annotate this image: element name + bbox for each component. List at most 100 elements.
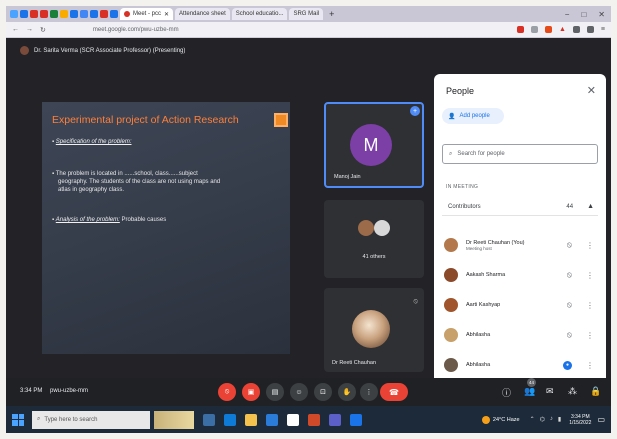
mic-off-icon[interactable]: ⦸ (567, 240, 572, 250)
more-options-icon[interactable]: ⋮ (586, 241, 594, 250)
store-icon[interactable] (266, 413, 278, 426)
spec-heading: Specification of the problem: (55, 139, 132, 145)
activities-icon[interactable]: ⁂ (568, 386, 577, 397)
speaking-icon[interactable]: ● (563, 360, 572, 370)
participant-name: Manoj Jain (334, 174, 361, 180)
profile-icon[interactable] (586, 26, 594, 33)
task-view-icon[interactable] (203, 413, 215, 426)
phone-hangup-icon: ☎ (389, 387, 399, 397)
back-icon[interactable]: ← (12, 26, 19, 33)
file-explorer-icon[interactable] (245, 413, 257, 426)
chrome-icon[interactable] (287, 413, 299, 426)
volume-icon[interactable]: ♪ (550, 416, 553, 423)
raise-hand-button[interactable]: ✋ (338, 383, 356, 401)
present-button[interactable]: ⊡ (314, 383, 332, 401)
maximize-button[interactable]: □ (581, 10, 586, 19)
more-options-icon[interactable]: ⋮ (586, 301, 594, 310)
word-icon[interactable] (350, 413, 362, 426)
slide-bullet: ▪ The problem is located in ......school… (52, 171, 198, 177)
camera-in-use-icon[interactable] (516, 26, 524, 33)
pinned-tab-icon[interactable] (70, 10, 78, 18)
person-name: Aakash Sharma (466, 272, 506, 278)
chat-icon[interactable]: ✉ (546, 386, 554, 397)
analysis-body: Probable causes (121, 217, 167, 223)
pinned-tab-icon[interactable] (60, 10, 68, 18)
new-tab-button[interactable]: + (329, 9, 334, 19)
captions-button[interactable]: ▤ (266, 383, 284, 401)
add-people-label: Add people (459, 113, 490, 119)
pinned-tab-icon[interactable] (80, 10, 88, 18)
tab-attendance[interactable]: Attendance sheet (175, 8, 230, 20)
pinned-tab-icon[interactable] (10, 10, 18, 18)
chevron-up-icon[interactable]: ▲ (587, 203, 594, 210)
emoji-button[interactable]: ☺ (290, 383, 308, 401)
list-item[interactable]: Aarti Kashyap ⦸ ⋮ (444, 294, 598, 316)
pin-icon[interactable]: + (410, 106, 420, 116)
search-input[interactable]: ⌕ Search for people (442, 144, 598, 164)
participant-tile-others[interactable]: 41 others (324, 200, 424, 278)
reload-icon[interactable]: ↻ (40, 26, 46, 34)
list-item[interactable]: Abhilasha ● ⋮ (444, 354, 598, 376)
tab-close-icon[interactable]: ✕ (164, 11, 169, 18)
pinned-tab-icon[interactable] (40, 10, 48, 18)
info-icon[interactable]: ⓘ (502, 386, 511, 399)
search-highlight-image[interactable] (154, 410, 194, 429)
pinned-tab-icon[interactable] (110, 10, 118, 18)
people-icon[interactable]: 👥 (524, 386, 535, 397)
mic-off-icon[interactable]: ⦸ (567, 270, 572, 280)
avatar: M (350, 124, 392, 166)
url-field[interactable]: meet.google.com/pwu-uzbe-mm (93, 27, 179, 33)
minimize-button[interactable]: − (565, 10, 570, 19)
pinned-tab-icon[interactable] (20, 10, 28, 18)
pinned-tab-icon[interactable] (100, 10, 108, 18)
tab-meet[interactable]: Meet ‑ pcc ✕ (120, 8, 174, 20)
network-icon[interactable]: ⌬ (540, 416, 545, 423)
list-item[interactable]: Dr Reeti Chauhan (You) Meeting host ⦸ ⋮ (444, 234, 598, 256)
powerpoint-icon[interactable] (308, 413, 320, 426)
battery-icon[interactable]: ▮ (558, 416, 561, 423)
more-options-button[interactable]: ⋮ (360, 383, 378, 401)
list-item[interactable]: Aakash Sharma ⦸ ⋮ (444, 264, 598, 286)
windows-start-icon[interactable] (12, 413, 24, 426)
contributors-group[interactable]: Contributors 44 ▲ (442, 198, 598, 216)
close-window-button[interactable]: ✕ (598, 10, 605, 19)
tab-mail[interactable]: SRG Mail (289, 8, 324, 20)
slide-accent-box (274, 113, 288, 127)
notifications-icon[interactable]: ▭ (597, 415, 605, 424)
share-icon[interactable] (530, 26, 538, 33)
mic-off-icon[interactable]: ⦸ (567, 330, 572, 340)
tab-school[interactable]: School educatio... (231, 8, 288, 20)
chevron-up-icon[interactable]: ⌃ (530, 416, 535, 423)
participant-tile-self[interactable]: ⦸ Dr Reeti Chauhan (324, 288, 424, 372)
add-people-button[interactable]: 👤 Add people (442, 108, 504, 124)
menu-icon[interactable]: ≡ (601, 26, 605, 33)
pinned-tab-icon[interactable] (30, 10, 38, 18)
weather-widget[interactable]: 24°C Haze (481, 415, 520, 424)
group-label: Contributors (448, 203, 481, 210)
others-count: 41 others (362, 254, 386, 260)
mic-off-icon[interactable]: ⦸ (567, 300, 572, 310)
avatar (352, 310, 390, 348)
list-item[interactable]: Abhilasha ⦸ ⋮ (444, 324, 598, 346)
taskbar-search-input[interactable]: ⌕ Type here to search (32, 410, 150, 429)
forward-icon[interactable]: → (26, 26, 33, 33)
close-icon[interactable]: ✕ (587, 84, 596, 97)
teams-icon[interactable] (329, 413, 341, 426)
edge-icon[interactable] (224, 413, 236, 426)
extension-icon[interactable] (544, 26, 552, 33)
participant-tile-pinned[interactable]: M + Manoj Jain (324, 102, 424, 188)
warning-icon[interactable]: ▲ (559, 26, 566, 33)
more-options-icon[interactable]: ⋮ (586, 271, 594, 280)
avatar (444, 358, 458, 372)
pinned-tab-icon[interactable] (90, 10, 98, 18)
more-options-icon[interactable]: ⋮ (586, 361, 594, 370)
camera-toggle-button[interactable]: ▣ (242, 383, 260, 401)
end-call-button[interactable]: ☎ (380, 383, 408, 401)
pinned-tab-icon[interactable] (50, 10, 58, 18)
taskbar-clock[interactable]: 3:34 PM 1/15/2022 (569, 414, 591, 426)
lock-icon[interactable]: 🔒 (590, 386, 601, 397)
tab-label: SRG Mail (293, 11, 320, 17)
mic-toggle-button[interactable]: ⦸ (218, 383, 236, 401)
extensions-icon[interactable] (572, 26, 580, 33)
more-options-icon[interactable]: ⋮ (586, 331, 594, 340)
